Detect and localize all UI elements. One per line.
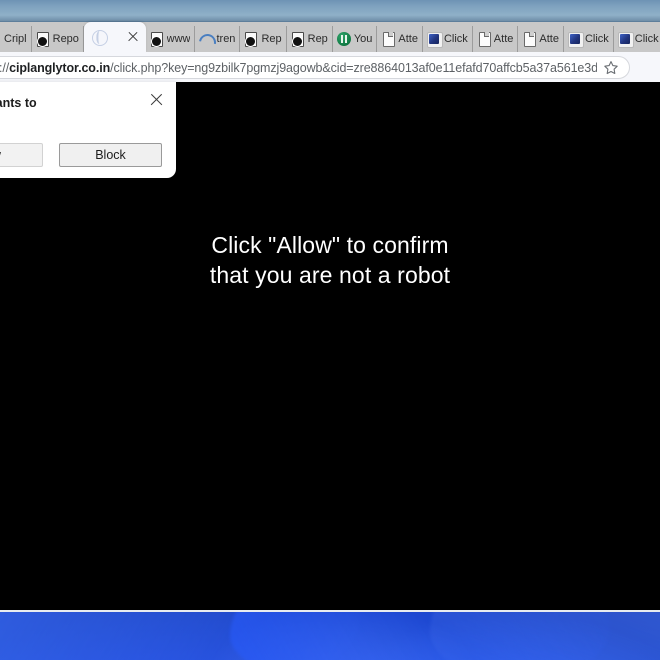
address-bar[interactable]: ://ciplanglytor.co.in/click.php?key=ng9z… <box>0 56 630 79</box>
tab-item[interactable]: Atte <box>377 26 423 52</box>
tab-label: tren <box>216 33 236 45</box>
star-icon[interactable] <box>603 60 619 76</box>
screen: Cripl Repo www tren Rep Rep You Atte Click Atte At… <box>0 0 660 660</box>
window-titlebar <box>0 0 660 22</box>
tab-item[interactable]: Atte <box>473 26 519 52</box>
tab-item[interactable]: Click <box>423 26 473 52</box>
document-icon <box>381 32 396 47</box>
tab-item[interactable]: Cripl <box>0 26 32 52</box>
tab-item[interactable]: You <box>333 26 378 52</box>
tab-item[interactable]: www <box>146 26 196 52</box>
loading-globe-icon <box>91 30 108 46</box>
tab-item[interactable]: Atte <box>518 26 564 52</box>
green-badge-icon <box>336 32 351 46</box>
tab-item[interactable]: Repo <box>32 26 84 52</box>
tab-label: Click <box>584 33 609 45</box>
tab-item[interactable]: Rep <box>240 26 287 52</box>
blocked-document-icon <box>36 32 50 47</box>
notification-permission-dialog[interactable]: or.co.in wants to otifications low Block <box>0 82 176 178</box>
permission-dialog-body: otifications <box>0 121 160 133</box>
tab-label: Click <box>634 33 659 45</box>
url-host: ciplanglytor.co.in <box>9 60 111 75</box>
permission-dialog-actions: low Block <box>0 143 162 167</box>
tab-label: Rep <box>261 33 282 45</box>
blocked-document-icon <box>291 32 305 47</box>
tab-label: You <box>353 33 373 45</box>
permission-dialog-title: or.co.in wants to <box>0 96 37 110</box>
tab-label: Repo <box>52 33 79 45</box>
tab-item[interactable]: Rep <box>287 26 333 52</box>
tab-label: Atte <box>398 33 418 45</box>
spinner-icon <box>199 32 213 46</box>
blocked-document-icon <box>150 32 164 47</box>
tab-label: www <box>166 33 191 45</box>
tab-item[interactable]: Click <box>564 26 614 52</box>
document-icon <box>522 32 537 47</box>
tab-close-icon[interactable] <box>126 30 140 44</box>
tab-item[interactable]: tren <box>195 26 241 52</box>
page-message: Click "Allow" to confirm that you are no… <box>0 230 660 290</box>
tab-label: Rep <box>307 33 328 45</box>
blocked-document-icon <box>244 32 258 47</box>
blue-app-icon <box>426 32 443 48</box>
tab-strip[interactable]: Cripl Repo www tren Rep Rep You Atte Click Atte At… <box>0 22 660 52</box>
blue-app-icon <box>617 32 634 48</box>
window-bottom-edge <box>0 610 660 612</box>
page-message-line-2: that you are not a robot <box>209 262 451 289</box>
browser-window: Cripl Repo www tren Rep Rep You Atte Click Atte At… <box>0 0 660 612</box>
allow-button[interactable]: low <box>0 143 43 167</box>
close-icon[interactable] <box>149 92 164 107</box>
blue-app-icon <box>567 32 584 48</box>
tab-item[interactable]: Click <box>614 26 660 52</box>
tab-label: Atte <box>539 33 559 45</box>
document-icon <box>477 32 491 47</box>
toolbar: ://ciplanglytor.co.in/click.php?key=ng9z… <box>0 52 660 82</box>
url-prefix: :// <box>0 60 10 75</box>
tab-label: Atte <box>493 33 514 45</box>
block-button[interactable]: Block <box>59 143 162 167</box>
tab-label: Cripl <box>4 33 27 45</box>
url-text: ://ciplanglytor.co.in/click.php?key=ng9z… <box>0 61 597 75</box>
url-path: /click.php?key=ng9zbilk7pgmzj9agowb&cid=… <box>110 60 597 75</box>
tab-label: Click <box>443 33 468 45</box>
tab-active[interactable] <box>83 22 146 52</box>
page-message-line-1: Click "Allow" to confirm <box>211 232 449 258</box>
